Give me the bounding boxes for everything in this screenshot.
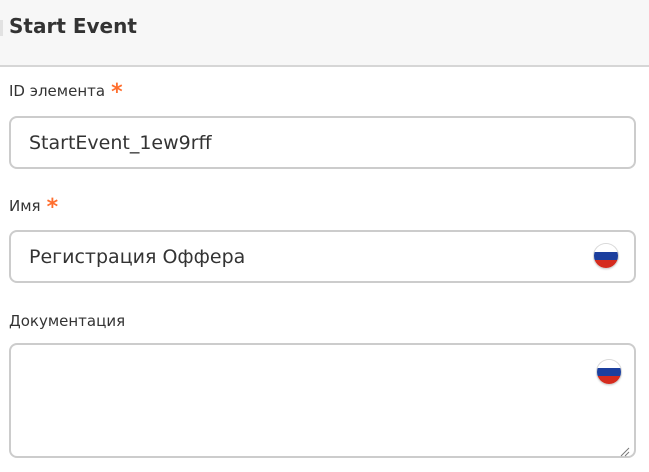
name-label: Имя	[9, 197, 41, 215]
panel-header: Start Event	[0, 0, 649, 67]
element-id-label: ID элемента	[9, 82, 106, 100]
documentation-label: Документация	[9, 312, 126, 330]
panel-title: Start Event	[9, 14, 137, 38]
required-asterisk: *	[111, 80, 123, 105]
properties-panel: Start Event ID элемента * StartEvent_1ew9…	[0, 0, 649, 472]
documentation-textarea[interactable]	[9, 343, 636, 458]
russian-flag-icon[interactable]	[597, 360, 621, 384]
element-id-label-group: ID элемента *	[9, 80, 123, 105]
element-id-value: StartEvent_1ew9rff	[29, 132, 212, 154]
russian-flag-icon[interactable]	[594, 244, 618, 268]
resize-handle-icon[interactable]	[620, 442, 630, 457]
name-input[interactable]: Регистрация Оффера	[9, 230, 636, 283]
required-asterisk: *	[46, 195, 59, 220]
header-accent-bar	[0, 20, 3, 36]
element-id-input[interactable]: StartEvent_1ew9rff	[9, 116, 636, 169]
name-value: Регистрация Оффера	[29, 246, 246, 268]
name-label-group: Имя *	[9, 195, 59, 220]
